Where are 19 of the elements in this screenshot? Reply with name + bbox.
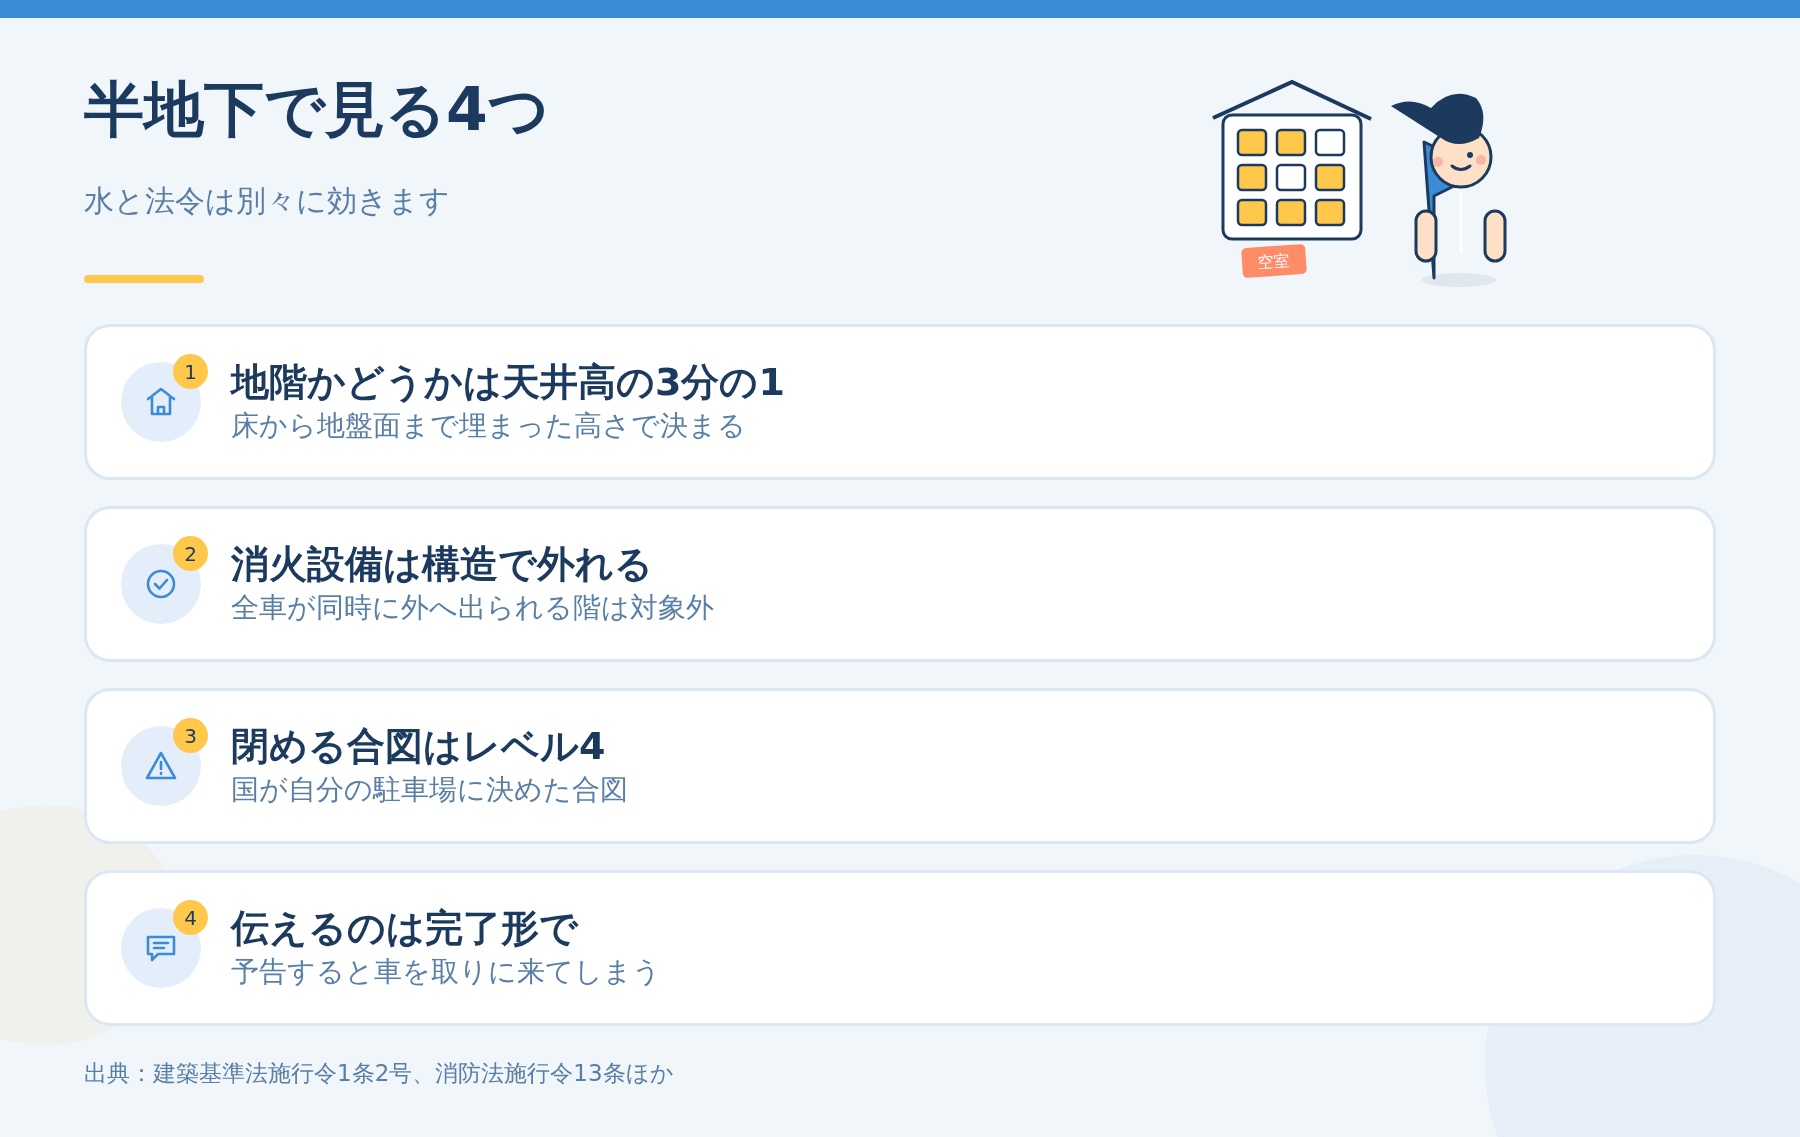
- warning-icon: [145, 750, 177, 782]
- check-circle-icon: [145, 568, 177, 600]
- subtitle: 水と法令は別々に効きます: [84, 182, 451, 220]
- number-badge: 2: [173, 536, 208, 571]
- item-title: 閉める合図はレベル4: [231, 724, 607, 770]
- item-description: 床から地盤面まで埋まった高さで決まる: [231, 407, 747, 444]
- vacancy-tag: 空室: [1241, 243, 1307, 279]
- item-description: 国が自分の駐車場に決めた合図: [231, 771, 628, 808]
- item-description: 全車が同時に外へ出られる階は対象外: [231, 589, 714, 626]
- item-title: 消火設備は構造で外れる: [231, 542, 654, 588]
- number-badge: 1: [173, 354, 208, 389]
- number-badge: 4: [173, 900, 208, 935]
- number-badge: 3: [173, 718, 208, 753]
- house-icon: [145, 386, 177, 418]
- page-title: 半地下で見る4つ: [84, 73, 549, 146]
- item-title: 地階かどうかは天井高の3分の1: [231, 360, 785, 406]
- source-note: 出典：建築基準法施行令1条2号、消防法施行令13条ほか: [84, 1059, 675, 1088]
- item-description: 予告すると車を取りに来てしまう: [231, 953, 661, 990]
- item-title: 伝えるのは完了形で: [231, 906, 580, 952]
